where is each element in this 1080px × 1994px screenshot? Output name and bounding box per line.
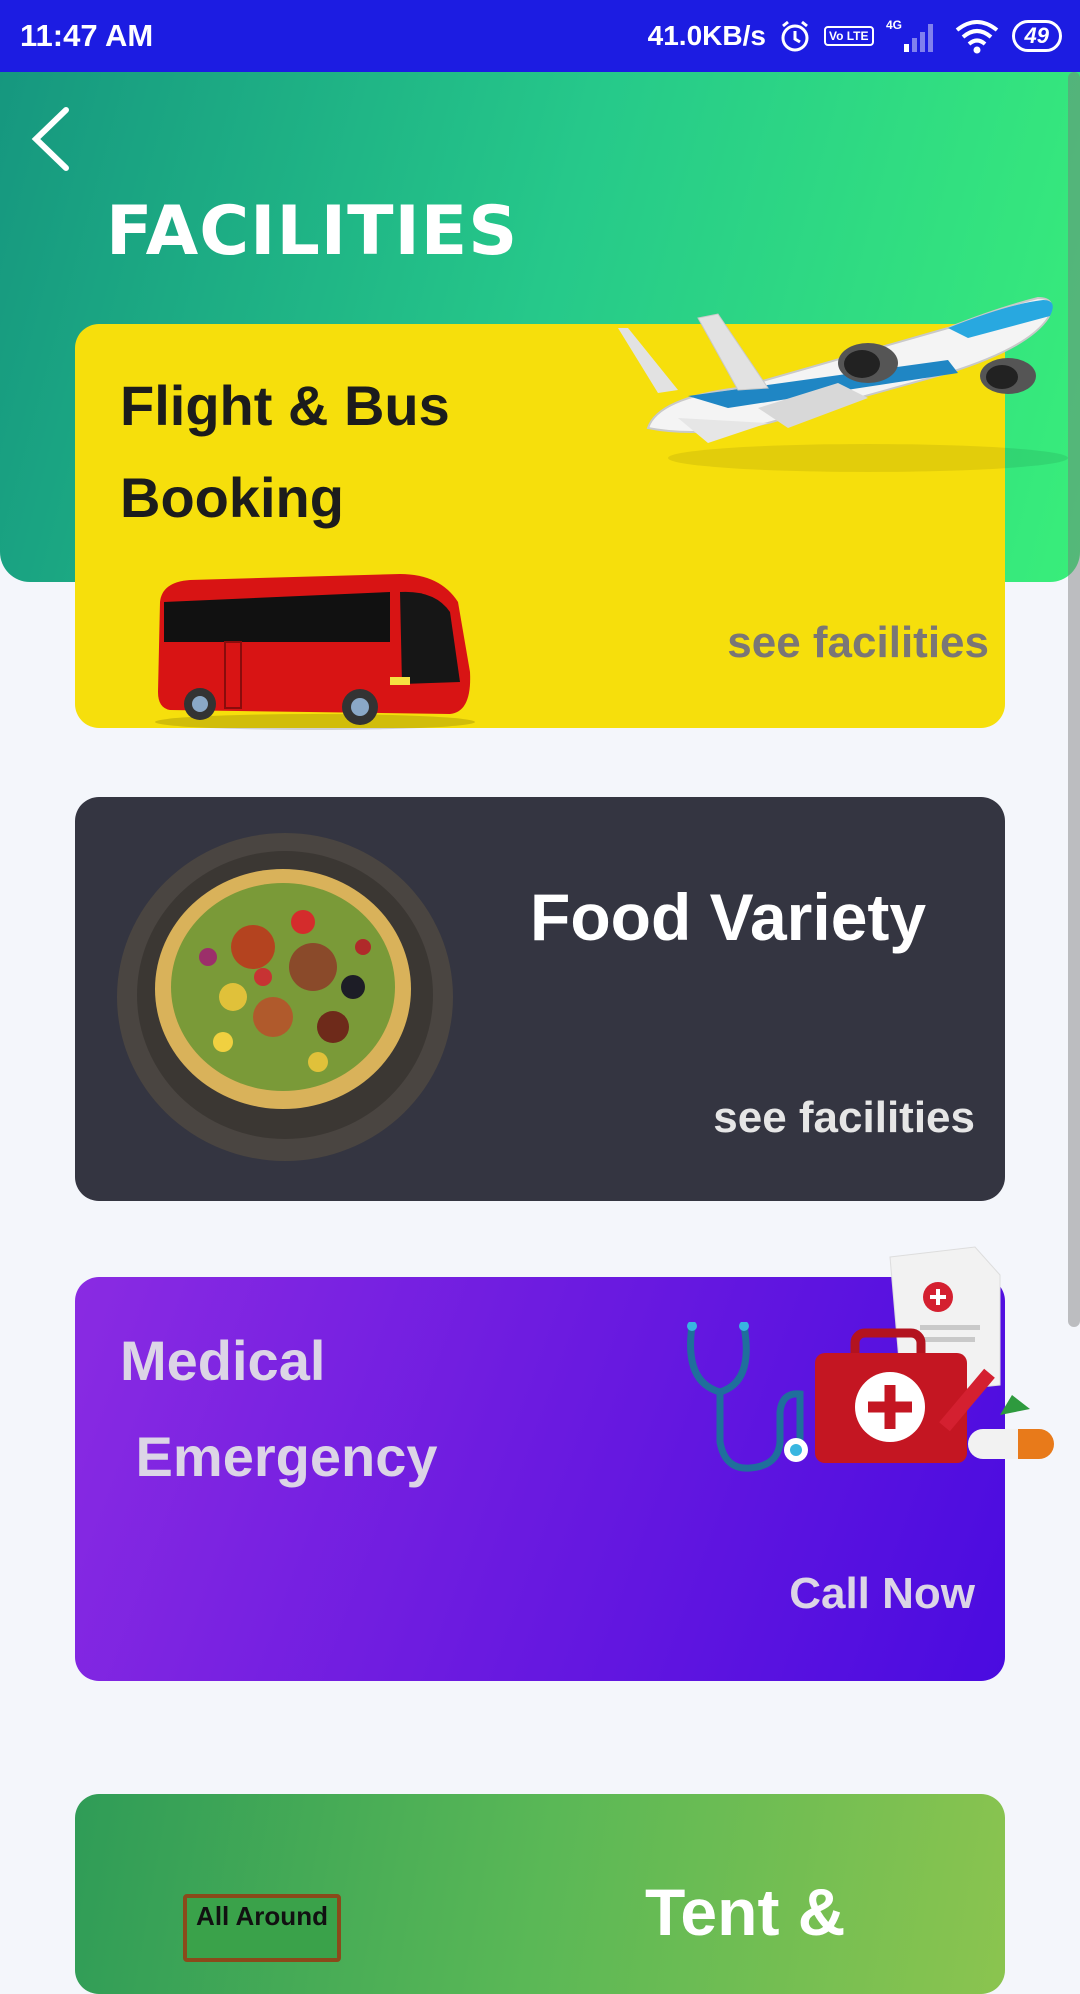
call-now-button[interactable]: Call Now bbox=[789, 1569, 975, 1619]
airplane-icon bbox=[618, 278, 1068, 478]
alarm-icon bbox=[778, 19, 812, 53]
status-bar: 11:47 AM 41.0KB/s Vo LTE 4G 49 bbox=[0, 0, 1080, 72]
scrollbar[interactable] bbox=[1068, 72, 1080, 1327]
all-around-sign: All Around bbox=[183, 1894, 341, 1962]
flight-bus-title: Flight & Bus Booking bbox=[120, 374, 450, 529]
bus-icon bbox=[150, 562, 480, 732]
medical-kit-icon bbox=[810, 1245, 1070, 1475]
wifi-icon bbox=[954, 18, 1000, 54]
status-time: 11:47 AM bbox=[20, 18, 154, 53]
tent-card[interactable]: All Around Tent & bbox=[75, 1794, 1005, 1994]
volte-icon: Vo LTE bbox=[823, 26, 874, 46]
network-speed: 41.0KB/s bbox=[647, 20, 766, 51]
page-title: FACILITIES bbox=[106, 192, 519, 271]
battery-icon: 49 bbox=[1011, 20, 1062, 52]
stethoscope-icon bbox=[680, 1322, 820, 1472]
back-arrow-icon bbox=[31, 107, 69, 171]
food-variety-title: Food Variety bbox=[530, 880, 927, 954]
tent-title: Tent & bbox=[645, 1875, 846, 1949]
food-see-facilities-link[interactable]: see facilities bbox=[713, 1093, 975, 1143]
status-icons: 41.0KB/s Vo LTE 4G 49 bbox=[648, 14, 1062, 58]
food-plate-icon bbox=[113, 827, 457, 1163]
back-button[interactable] bbox=[26, 104, 76, 174]
food-variety-card[interactable]: Food Variety see facilities bbox=[75, 797, 1005, 1201]
all-around-sign-label: All Around bbox=[196, 1901, 328, 1931]
signal-icon: 4G bbox=[886, 18, 942, 54]
medical-emergency-title: Medical Emergency bbox=[120, 1329, 438, 1488]
flight-see-facilities-link[interactable]: see facilities bbox=[727, 618, 989, 668]
network-type-label: 4G bbox=[886, 18, 902, 32]
